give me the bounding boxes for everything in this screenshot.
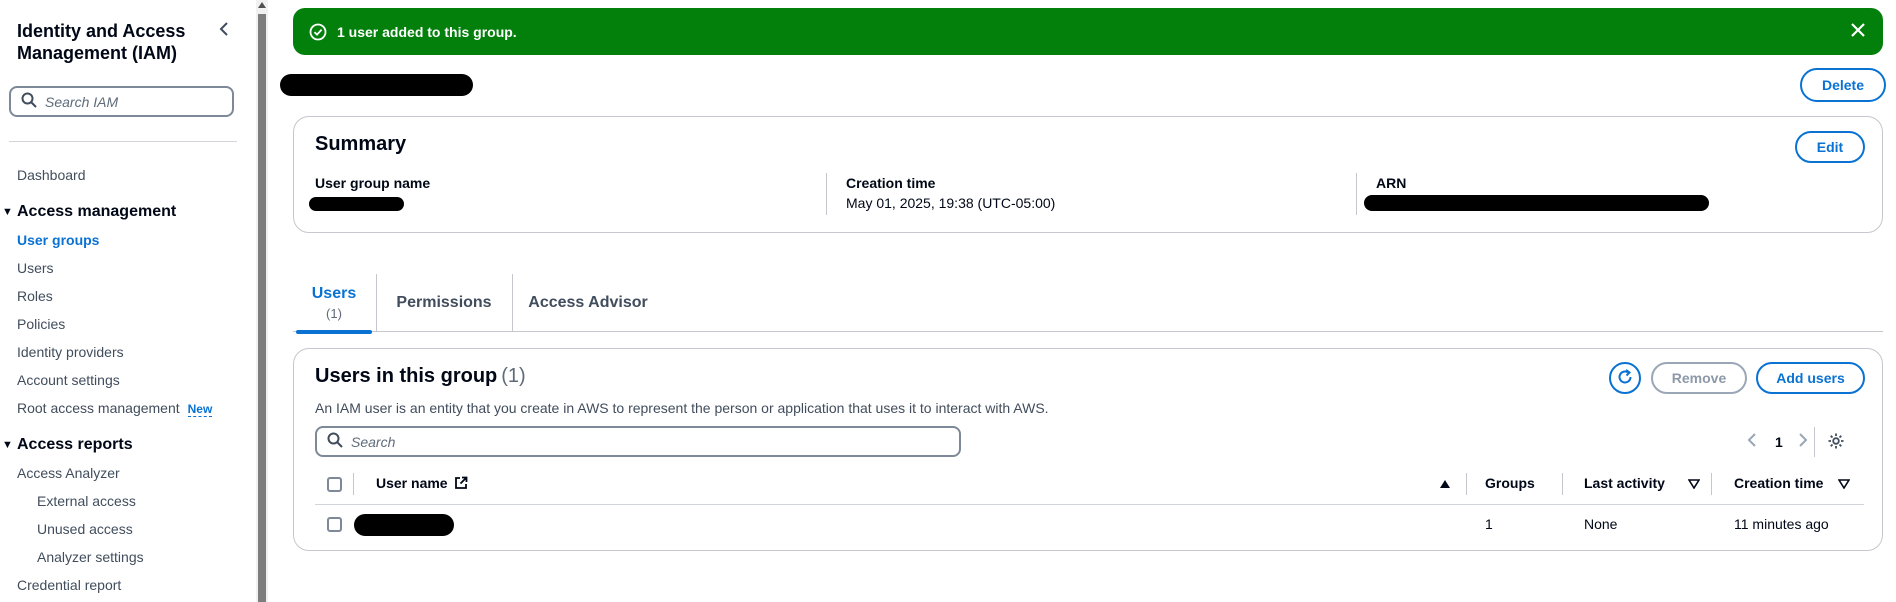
column-divider <box>1356 173 1357 215</box>
current-page[interactable]: 1 <box>1775 434 1783 450</box>
caret-down-icon: ▼ <box>2 439 13 451</box>
column-label: User name <box>376 475 448 491</box>
summary-container: Summary Edit User group name Creation ti… <box>293 116 1883 233</box>
edit-button[interactable]: Edit <box>1795 131 1865 163</box>
sidebar-item-unused-access[interactable]: Unused access <box>37 521 133 537</box>
remove-button[interactable]: Remove <box>1651 362 1747 394</box>
column-divider <box>1562 473 1563 495</box>
section-label: Access reports <box>17 436 133 453</box>
sidebar-section-access-reports[interactable]: ▼ Access reports <box>0 436 133 454</box>
cell-creation-time: 11 minutes ago <box>1734 516 1829 532</box>
column-header-groups[interactable]: Groups <box>1485 475 1535 491</box>
column-header-last-activity[interactable]: Last activity <box>1584 475 1665 491</box>
flash-message: 1 user added to this group. <box>337 23 517 40</box>
sort-descending-icon[interactable] <box>1838 479 1850 489</box>
sidebar-item-label: Root access management <box>17 400 180 416</box>
add-users-button[interactable]: Add users <box>1756 362 1865 394</box>
sidebar-item-roles[interactable]: Roles <box>17 288 53 304</box>
new-badge: New <box>187 402 213 417</box>
sidebar-item-user-groups[interactable]: User groups <box>17 232 99 248</box>
sidebar-item-access-analyzer[interactable]: Access Analyzer <box>17 465 120 481</box>
redacted-arn <box>1364 195 1709 211</box>
creation-time-value: May 01, 2025, 19:38 (UTC-05:00) <box>846 195 1056 211</box>
header-divider <box>315 504 1864 505</box>
refresh-button[interactable] <box>1609 362 1641 394</box>
sidebar: Identity and Access Management (IAM) Sea… <box>0 0 256 602</box>
sidebar-item-account-settings[interactable]: Account settings <box>17 372 120 388</box>
tab-users[interactable]: Users (1) <box>293 274 375 334</box>
arn-label: ARN <box>1376 175 1407 191</box>
scrollbar-thumb[interactable] <box>258 14 266 602</box>
previous-page-icon[interactable] <box>1746 432 1758 451</box>
sidebar-section-access-management[interactable]: ▼ Access management <box>0 203 176 221</box>
sidebar-search-input[interactable]: Search IAM <box>9 86 234 117</box>
sidebar-item-dashboard[interactable]: Dashboard <box>17 167 86 183</box>
table-count: (1) <box>501 365 526 387</box>
summary-title: Summary <box>315 133 407 155</box>
delete-button[interactable]: Delete <box>1800 68 1886 102</box>
sidebar-item-users[interactable]: Users <box>17 260 54 276</box>
scroll-up-icon[interactable] <box>258 2 266 8</box>
sidebar-item-identity-providers[interactable]: Identity providers <box>17 344 124 360</box>
tab-permissions[interactable]: Permissions <box>377 274 511 332</box>
table-search-input[interactable]: Search <box>315 426 961 457</box>
sidebar-item-analyzer-settings[interactable]: Analyzer settings <box>37 549 144 565</box>
service-title[interactable]: Identity and Access Management (IAM) <box>17 20 197 64</box>
section-label: Access management <box>17 203 177 220</box>
search-icon <box>21 92 37 111</box>
column-divider <box>353 473 354 495</box>
sort-descending-icon[interactable] <box>1688 479 1700 489</box>
column-header-creation-time[interactable]: Creation time <box>1734 475 1823 491</box>
pagination-divider <box>1814 427 1815 457</box>
external-link-icon[interactable] <box>454 476 468 490</box>
table-description: An IAM user is an entity that you create… <box>315 400 1049 416</box>
redacted-user-name <box>354 514 454 536</box>
success-flash: 1 user added to this group. <box>293 8 1883 55</box>
column-divider <box>826 173 827 215</box>
sidebar-item-credential-report[interactable]: Credential report <box>17 577 121 593</box>
redacted-group-name <box>309 197 404 211</box>
search-icon <box>327 432 343 451</box>
collapse-sidebar-icon[interactable] <box>214 19 234 39</box>
search-placeholder: Search <box>351 433 396 450</box>
creation-time-label: Creation time <box>846 175 936 191</box>
sort-ascending-icon[interactable] <box>1439 479 1451 489</box>
sidebar-divider <box>9 141 237 142</box>
tab-bar: Users (1) Permissions Access Advisor <box>293 274 1883 334</box>
search-placeholder: Search IAM <box>45 93 119 110</box>
users-in-group-container: Users in this group (1) An IAM user is an… <box>293 348 1883 551</box>
tab-access-advisor[interactable]: Access Advisor <box>513 274 663 332</box>
redacted-page-title <box>280 74 473 96</box>
cell-last-activity: None <box>1584 516 1618 532</box>
select-all-checkbox[interactable] <box>327 477 342 492</box>
row-checkbox[interactable] <box>327 517 342 532</box>
column-divider <box>1711 473 1712 495</box>
cell-groups: 1 <box>1485 516 1493 532</box>
caret-down-icon: ▼ <box>2 206 13 218</box>
column-header-user-name[interactable]: User name <box>376 475 468 491</box>
close-icon[interactable] <box>1849 21 1867 42</box>
next-page-icon[interactable] <box>1797 432 1809 451</box>
table-title-text: Users in this group <box>315 365 498 387</box>
success-check-icon <box>309 23 327 41</box>
sidebar-item-policies[interactable]: Policies <box>17 316 65 332</box>
sidebar-item-external-access[interactable]: External access <box>37 493 136 509</box>
refresh-icon <box>1616 368 1634 389</box>
tab-label: Users <box>311 285 357 302</box>
sidebar-item-root-access-management[interactable]: Root access management New <box>17 400 213 417</box>
sidebar-scrollbar[interactable] <box>256 0 268 602</box>
table-title: Users in this group (1) <box>315 365 526 388</box>
group-name-label: User group name <box>315 175 431 191</box>
column-divider <box>1466 473 1467 495</box>
tab-count: (1) <box>326 306 342 321</box>
settings-gear-icon[interactable] <box>1827 432 1845 453</box>
